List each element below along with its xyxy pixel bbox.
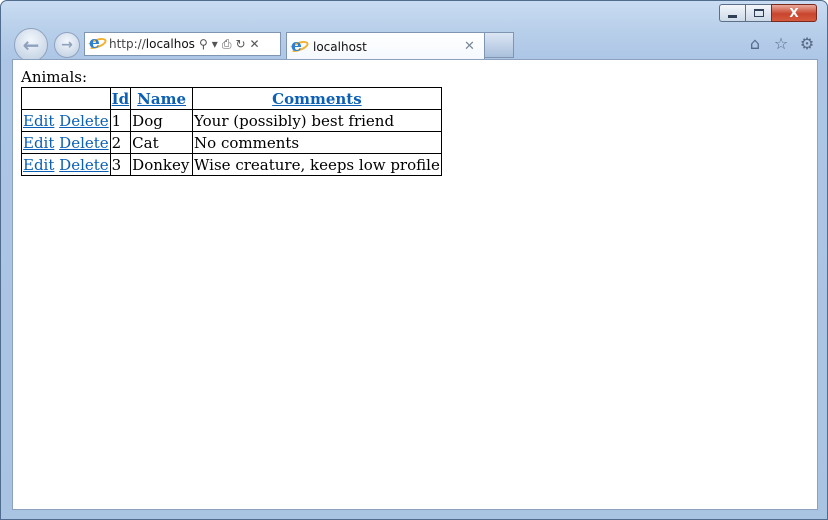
minimize-icon: [728, 14, 737, 18]
browser-window: X ← → e http://localhost/ ⚲ ▾ ⎙ ↻ ✕ e lo…: [0, 0, 828, 520]
id-header: Id: [109, 87, 132, 110]
sort-comments-link[interactable]: Comments: [272, 90, 362, 108]
delete-link[interactable]: Delete: [59, 156, 108, 174]
gear-icon[interactable]: ⚙: [797, 34, 817, 53]
table-header-row: Id Name Comments: [21, 87, 442, 110]
table-row: Edit Delete 3 Donkey Wise creature, keep…: [21, 153, 442, 176]
cell-comments: No comments: [192, 131, 442, 154]
sort-id-link[interactable]: Id: [112, 90, 130, 108]
close-tab-icon[interactable]: ✕: [464, 39, 478, 54]
page-title: Animals:: [21, 68, 88, 86]
forward-button[interactable]: →: [54, 32, 80, 58]
compatibility-view-icon[interactable]: ⎙: [222, 37, 232, 52]
url-text[interactable]: http://localhost/: [109, 37, 195, 51]
actions-header: [21, 87, 111, 110]
forward-arrow-icon: →: [61, 37, 73, 53]
comments-header: Comments: [192, 87, 442, 110]
minimize-button[interactable]: [719, 4, 745, 22]
edit-link[interactable]: Edit: [23, 134, 54, 152]
name-header: Name: [130, 87, 194, 110]
refresh-icon[interactable]: ↻: [235, 37, 245, 51]
stop-icon[interactable]: ✕: [250, 37, 260, 51]
home-icon[interactable]: ⌂: [745, 34, 765, 53]
cell-id: 3: [109, 153, 132, 176]
animals-table: Id Name Comments Edit Delete 1 Dog Your …: [21, 87, 442, 176]
caption-buttons: X: [719, 4, 817, 22]
address-bar[interactable]: e http://localhost/ ⚲ ▾ ⎙ ↻ ✕: [84, 32, 281, 56]
dropdown-icon[interactable]: ▾: [212, 37, 218, 51]
delete-link[interactable]: Delete: [59, 112, 108, 130]
close-icon: X: [789, 6, 799, 20]
cell-name: Donkey: [130, 153, 194, 176]
row-actions: Edit Delete: [21, 131, 111, 154]
edit-link[interactable]: Edit: [23, 112, 54, 130]
toolbar-icons: ⌂ ☆ ⚙: [745, 34, 817, 53]
edit-link[interactable]: Edit: [23, 156, 54, 174]
maximize-button[interactable]: [745, 4, 771, 22]
star-icon[interactable]: ☆: [771, 34, 791, 53]
table-row: Edit Delete 1 Dog Your (possibly) best f…: [21, 109, 442, 132]
address-tools: ⚲ ▾ ⎙ ↻ ✕: [199, 37, 260, 52]
maximize-icon: [753, 9, 764, 17]
page-content: Animals: Id Name Comments Edit Delete 1 …: [12, 59, 818, 510]
cell-comments: Your (possibly) best friend: [192, 109, 442, 132]
cell-id: 1: [109, 109, 132, 132]
new-tab-button[interactable]: [485, 32, 514, 58]
close-window-button[interactable]: X: [771, 4, 817, 22]
cell-name: Cat: [130, 131, 194, 154]
cell-comments: Wise creature, keeps low profile: [192, 153, 442, 176]
cell-id: 2: [109, 131, 132, 154]
sort-name-link[interactable]: Name: [137, 90, 186, 108]
delete-link[interactable]: Delete: [59, 134, 108, 152]
tab-ie-icon: e: [288, 36, 310, 56]
back-arrow-icon: ←: [22, 33, 40, 57]
row-actions: Edit Delete: [21, 153, 111, 176]
ie-logo-icon: e: [86, 33, 108, 53]
cell-name: Dog: [130, 109, 194, 132]
tab-title: localhost: [313, 39, 367, 54]
row-actions: Edit Delete: [21, 109, 111, 132]
search-icon[interactable]: ⚲: [199, 37, 208, 51]
tab-localhost[interactable]: e localhost ✕: [286, 32, 485, 60]
table-row: Edit Delete 2 Cat No comments: [21, 131, 442, 154]
back-button[interactable]: ←: [14, 28, 48, 62]
